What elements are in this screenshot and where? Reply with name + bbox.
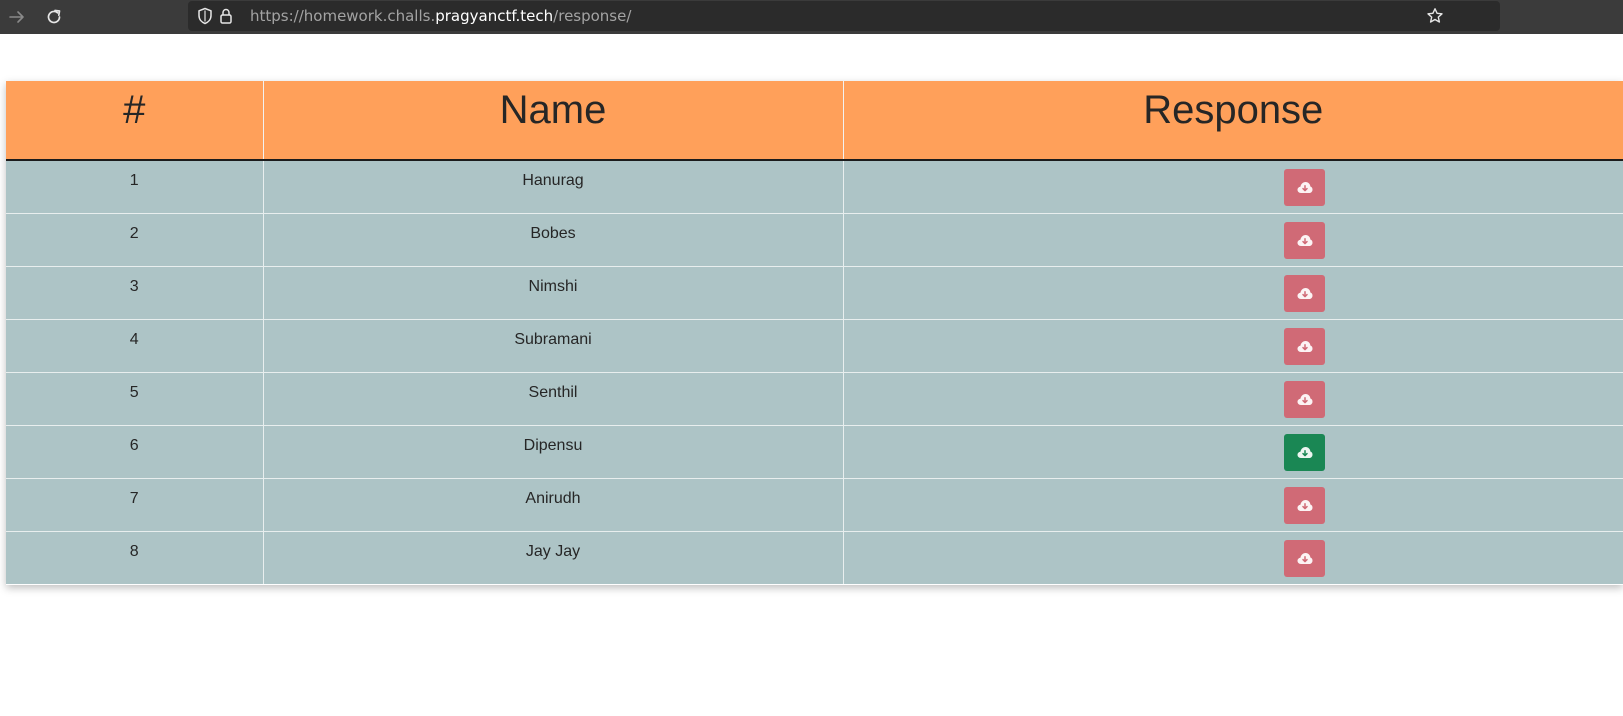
response-table-container: # Name Response 1 Hanurag 2 Bobes 3 Nimshi 4 Su… <box>6 81 1623 585</box>
url-prefix: https://homework.challs. <box>250 7 436 25</box>
lock-icon[interactable] <box>217 7 235 25</box>
row-name: Dipensu <box>263 425 844 479</box>
response-table: # Name Response 1 Hanurag 2 Bobes 3 Nimshi 4 Su… <box>6 81 1623 584</box>
cloud-download-icon <box>1297 181 1313 194</box>
table-row: 8 Jay Jay <box>6 531 1623 584</box>
arrow-right-icon <box>8 8 26 26</box>
table-row: 7 Anirudh <box>6 478 1623 532</box>
row-response <box>843 213 1623 267</box>
row-response <box>843 319 1623 373</box>
row-number: 4 <box>6 319 264 373</box>
table-row: 4 Subramani <box>6 319 1623 373</box>
table-header-row: # Name Response <box>6 81 1623 161</box>
header-response: Response <box>843 81 1623 161</box>
browser-toolbar: https://homework.challs.pragyanctf.tech/… <box>0 0 1623 34</box>
row-name: Anirudh <box>263 478 844 532</box>
row-response <box>843 478 1623 532</box>
download-response-button[interactable] <box>1284 380 1326 418</box>
row-name: Jay Jay <box>263 531 844 584</box>
row-response <box>843 531 1623 584</box>
row-number: 3 <box>6 266 264 320</box>
download-response-button[interactable] <box>1284 433 1326 471</box>
row-name: Hanurag <box>263 160 844 214</box>
cloud-download-icon <box>1297 234 1313 247</box>
row-number: 8 <box>6 531 264 584</box>
row-number: 7 <box>6 478 264 532</box>
download-response-button[interactable] <box>1284 221 1326 259</box>
url-text[interactable]: https://homework.challs.pragyanctf.tech/… <box>250 7 631 25</box>
cloud-download-icon <box>1297 287 1313 300</box>
row-response <box>843 266 1623 320</box>
reload-icon <box>45 8 63 26</box>
download-response-button[interactable] <box>1284 486 1326 524</box>
row-name: Nimshi <box>263 266 844 320</box>
cloud-download-icon <box>1297 552 1313 565</box>
table-row: 2 Bobes <box>6 213 1623 267</box>
forward-button[interactable] <box>5 5 29 29</box>
table-row: 3 Nimshi <box>6 266 1623 320</box>
cloud-download-icon <box>1297 340 1313 353</box>
row-name: Subramani <box>263 319 844 373</box>
row-name: Bobes <box>263 213 844 267</box>
row-number: 5 <box>6 372 264 426</box>
cloud-download-icon <box>1297 393 1313 406</box>
url-path: /response/ <box>553 7 632 25</box>
row-response <box>843 160 1623 214</box>
row-number: 1 <box>6 160 264 214</box>
header-number: # <box>6 81 264 161</box>
table-row: 5 Senthil <box>6 372 1623 426</box>
table-body: 1 Hanurag 2 Bobes 3 Nimshi 4 Subramani 5 Senthil 6… <box>6 160 1623 584</box>
download-response-button[interactable] <box>1284 169 1326 206</box>
table-row: 1 Hanurag <box>6 160 1623 214</box>
row-response <box>843 425 1623 479</box>
download-response-button[interactable] <box>1284 327 1326 365</box>
cloud-download-icon <box>1297 499 1313 512</box>
reload-button[interactable] <box>42 5 66 29</box>
star-icon[interactable] <box>1426 7 1444 25</box>
download-response-button[interactable] <box>1284 274 1326 312</box>
shield-icon[interactable] <box>196 7 214 25</box>
cloud-download-icon <box>1297 446 1313 459</box>
row-response <box>843 372 1623 426</box>
address-bar[interactable]: https://homework.challs.pragyanctf.tech/… <box>188 1 1500 31</box>
row-name: Senthil <box>263 372 844 426</box>
download-response-button[interactable] <box>1284 539 1326 577</box>
row-number: 2 <box>6 213 264 267</box>
row-number: 6 <box>6 425 264 479</box>
table-row: 6 Dipensu <box>6 425 1623 479</box>
header-name: Name <box>263 81 844 161</box>
url-domain: pragyanctf.tech <box>435 7 554 25</box>
